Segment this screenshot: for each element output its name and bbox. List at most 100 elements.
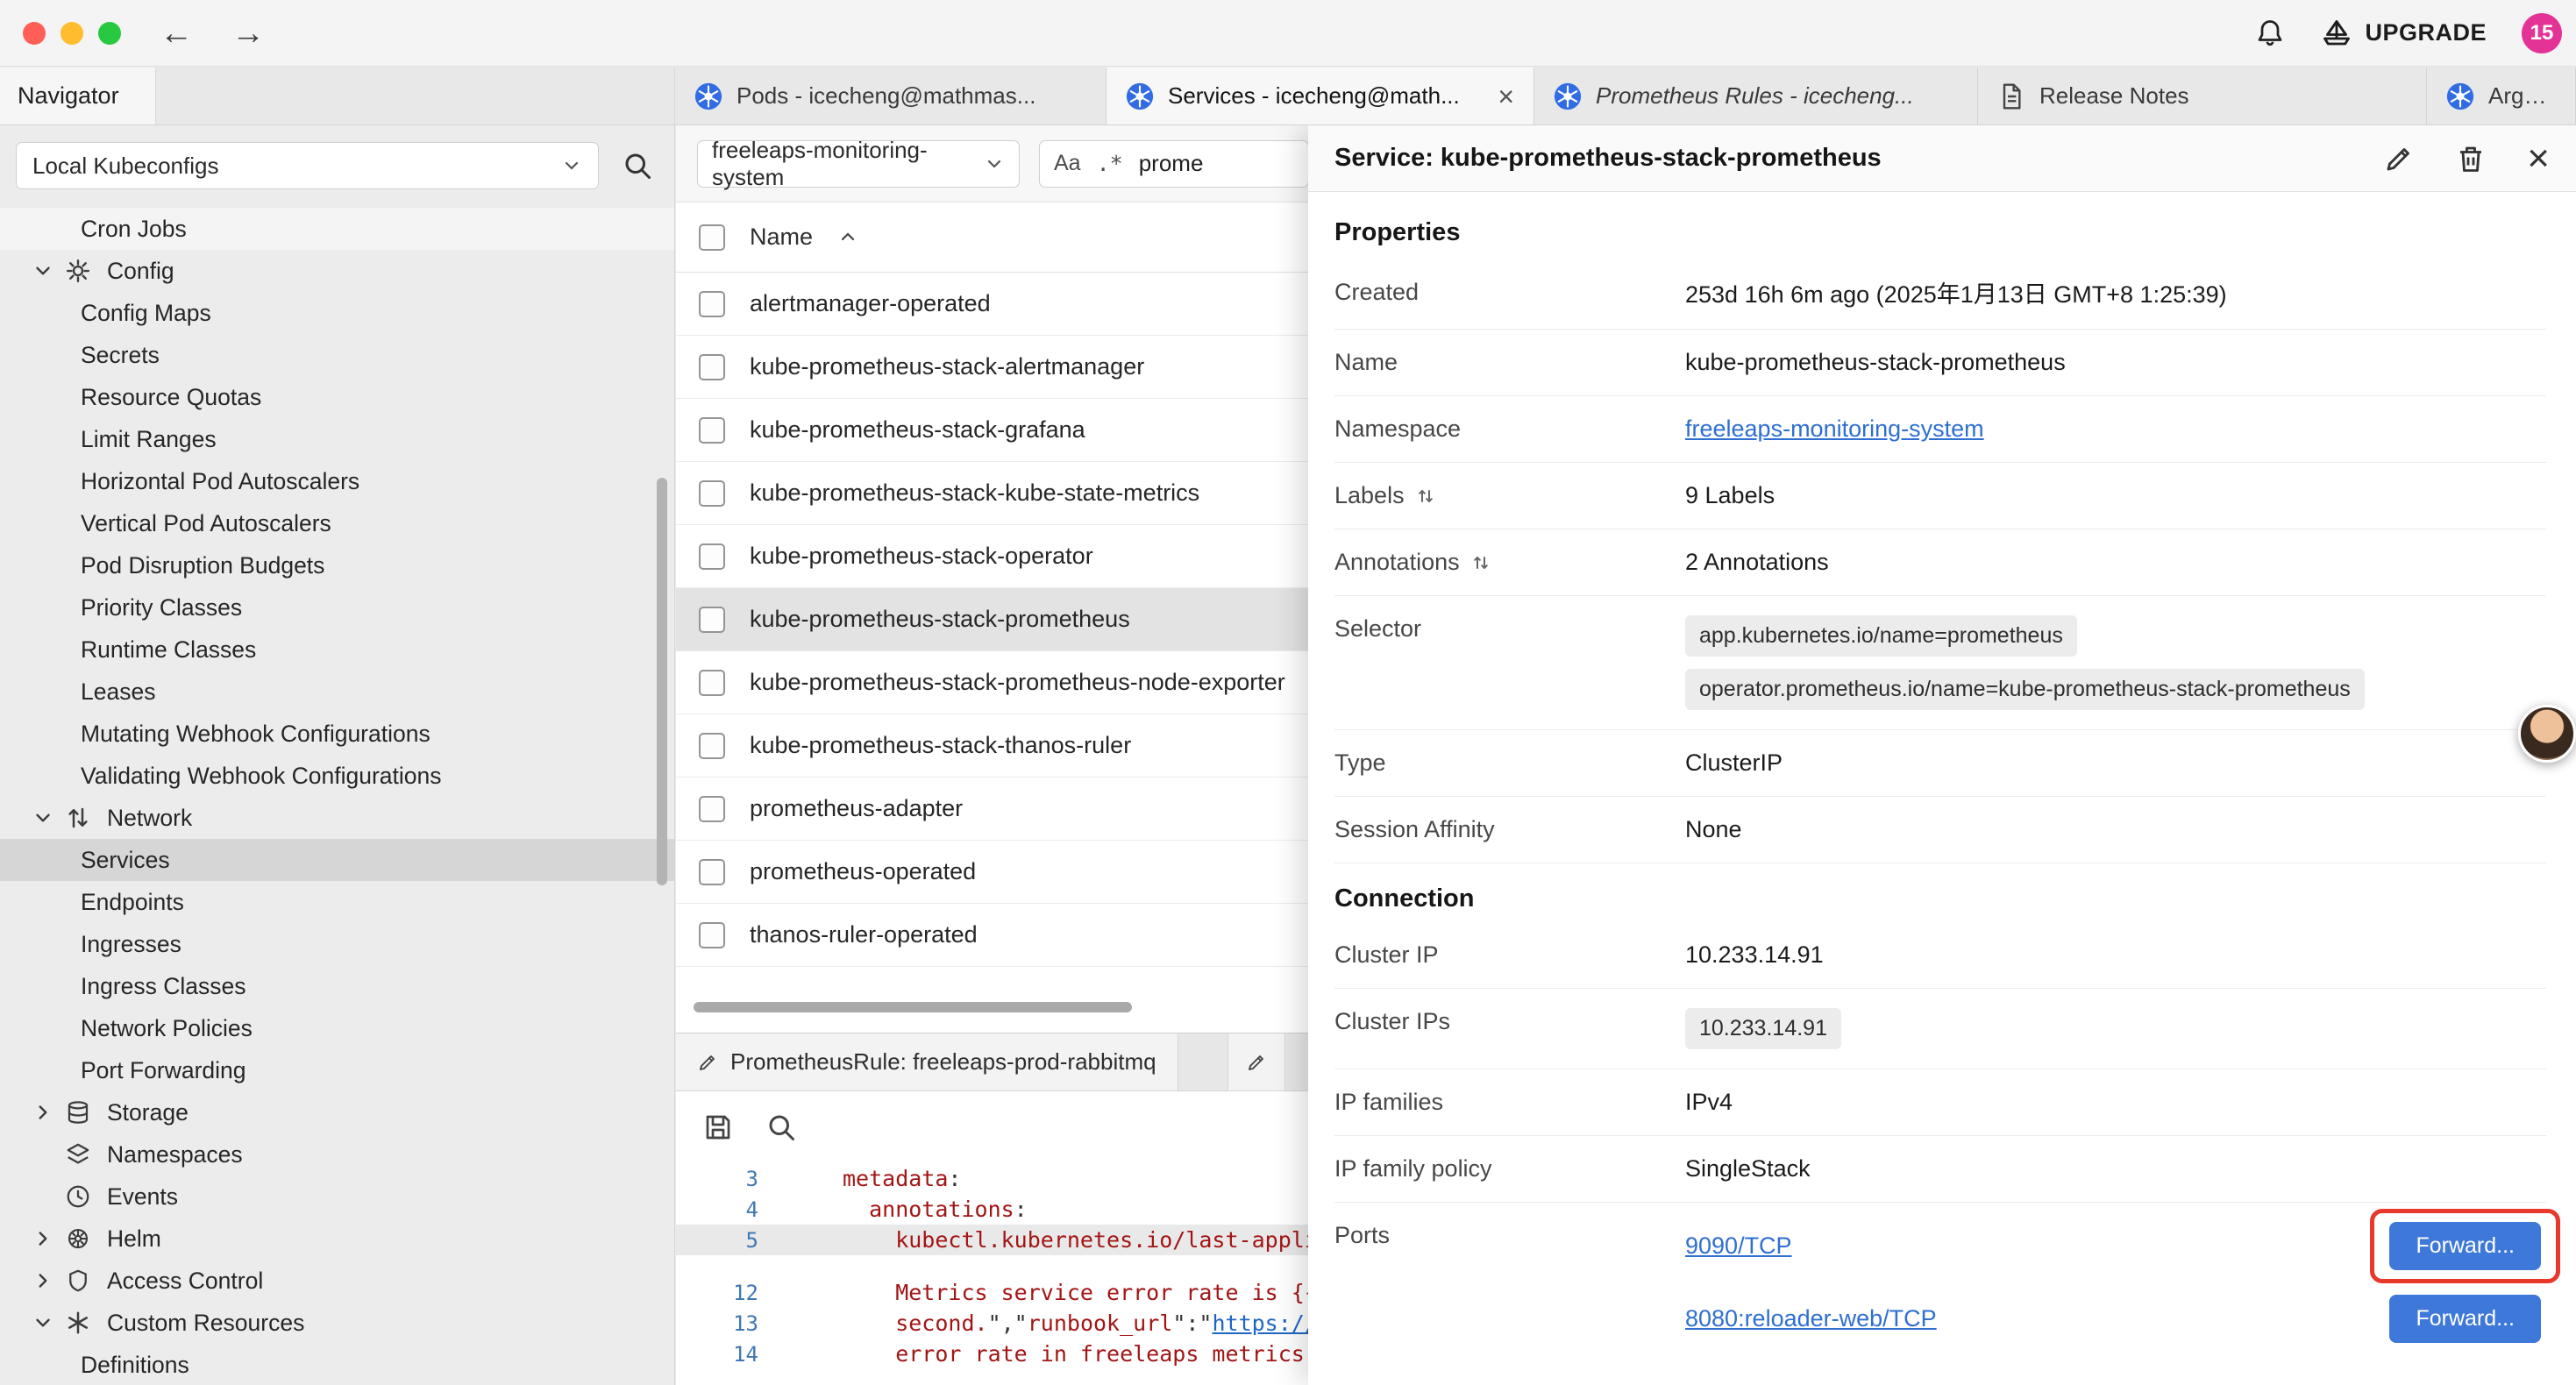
row-checkbox[interactable]	[699, 543, 725, 570]
sidebar-item-ingress-classes[interactable]: Ingress Classes	[0, 965, 674, 1007]
code-line-3[interactable]: 3metadata:	[676, 1163, 1309, 1194]
port-link-8080-reloader-web-tcp[interactable]: 8080:reloader-web/TCP	[1685, 1305, 1937, 1332]
code-line-5[interactable]: 5 kubectl.kubernetes.io/last-applied-con…	[676, 1225, 1309, 1255]
sort-toggle-icon[interactable]	[1415, 486, 1436, 507]
tab-release-notes[interactable]: Release Notes	[1978, 67, 2427, 124]
sidebar-search-icon[interactable]	[622, 150, 653, 181]
dock-tab-prometheusrule[interactable]: PrometheusRule: freeleaps-prod-rabbitmq	[676, 1033, 1178, 1090]
table-row-prometheus-adapter[interactable]: prometheus-adapter	[676, 778, 1309, 841]
sidebar-item-cron-jobs[interactable]: Cron Jobs	[0, 208, 674, 250]
sidebar-item-namespaces[interactable]: Namespaces	[0, 1133, 674, 1175]
navigator-tab[interactable]: Navigator	[0, 67, 156, 124]
row-checkbox[interactable]	[699, 796, 725, 822]
sidebar-item-pod-disruption-budgets[interactable]: Pod Disruption Budgets	[0, 544, 674, 586]
row-checkbox[interactable]	[699, 922, 725, 948]
save-icon[interactable]	[702, 1112, 734, 1143]
namespace-selector[interactable]: freeleaps-monitoring-system	[697, 140, 1020, 188]
sidebar-item-runtime-classes[interactable]: Runtime Classes	[0, 629, 674, 671]
dock-tab-partial[interactable]	[1228, 1033, 1285, 1090]
delete-trash-icon[interactable]	[2455, 143, 2487, 174]
table-row-kube-prometheus-stack-prometheus[interactable]: kube-prometheus-stack-prometheus	[676, 588, 1309, 651]
sidebar-item-limit-ranges[interactable]: Limit Ranges	[0, 418, 674, 460]
tab-close-icon[interactable]: ×	[1498, 82, 1514, 110]
code-line-12[interactable]: 12 Metrics service error rate is {{ $va	[676, 1277, 1309, 1308]
back-arrow-icon[interactable]: ←	[160, 17, 193, 50]
port-link-9090-tcp[interactable]: 9090/TCP	[1685, 1232, 1792, 1260]
sidebar-item-mutating-webhook-configurations[interactable]: Mutating Webhook Configurations	[0, 713, 674, 755]
sidebar-item-port-forwarding[interactable]: Port Forwarding	[0, 1049, 674, 1091]
table-row-kube-prometheus-stack-operator[interactable]: kube-prometheus-stack-operator	[676, 525, 1309, 588]
match-case-toggle[interactable]: Aa	[1054, 151, 1081, 176]
forward-button[interactable]: Forward...	[2389, 1295, 2541, 1343]
sidebar-item-resource-quotas[interactable]: Resource Quotas	[0, 376, 674, 418]
sidebar-item-horizontal-pod-autoscalers[interactable]: Horizontal Pod Autoscalers	[0, 460, 674, 502]
search-input[interactable]: Aa .* prome	[1039, 140, 1309, 188]
chevron-down-icon[interactable]	[32, 806, 54, 829]
tab-prometheus-rules-icecheng[interactable]: Prometheus Rules - icecheng...	[1534, 67, 1978, 124]
notification-count-badge[interactable]: 15	[2522, 13, 2562, 53]
tab-argo-s[interactable]: Argo S	[2427, 67, 2576, 124]
row-checkbox[interactable]	[699, 607, 725, 633]
sidebar-item-network-policies[interactable]: Network Policies	[0, 1007, 674, 1049]
table-row-kube-prometheus-stack-kube-state-metrics[interactable]: kube-prometheus-stack-kube-state-metrics	[676, 462, 1309, 525]
avatar[interactable]	[2518, 705, 2576, 763]
sidebar-item-definitions[interactable]: Definitions	[0, 1344, 674, 1385]
table-row-kube-prometheus-stack-alertmanager[interactable]: kube-prometheus-stack-alertmanager	[676, 336, 1309, 399]
close-icon[interactable]: ×	[2527, 139, 2550, 178]
sidebar-item-vertical-pod-autoscalers[interactable]: Vertical Pod Autoscalers	[0, 502, 674, 544]
tab-pods-icecheng-mathmas[interactable]: Pods - icecheng@mathmas...	[675, 67, 1107, 124]
select-all-checkbox[interactable]	[699, 224, 725, 251]
table-row-kube-prometheus-stack-thanos-ruler[interactable]: kube-prometheus-stack-thanos-ruler	[676, 714, 1309, 778]
row-checkbox[interactable]	[699, 480, 725, 507]
edit-pencil-icon[interactable]	[2383, 143, 2415, 174]
row-checkbox[interactable]	[699, 859, 725, 885]
chevron-right-icon[interactable]	[32, 1227, 54, 1250]
sidebar-item-helm[interactable]: Helm	[0, 1218, 674, 1260]
sidebar-item-services[interactable]: Services	[0, 839, 674, 881]
editor-search-icon[interactable]	[765, 1112, 797, 1143]
yaml-editor[interactable]: 3metadata:4 annotations:5 kubectl.kubern…	[676, 1163, 1309, 1385]
row-checkbox[interactable]	[699, 354, 725, 380]
bell-icon[interactable]	[2254, 18, 2286, 49]
sidebar-item-storage[interactable]: Storage	[0, 1091, 674, 1133]
sort-toggle-icon[interactable]	[1470, 552, 1491, 573]
minimize-window-button[interactable]	[60, 22, 83, 45]
sidebar-item-events[interactable]: Events	[0, 1175, 674, 1218]
forward-arrow-icon[interactable]: →	[231, 17, 265, 50]
table-row-alertmanager-operated[interactable]: alertmanager-operated	[676, 273, 1309, 336]
close-window-button[interactable]	[23, 22, 46, 45]
regex-toggle[interactable]: .*	[1097, 151, 1123, 176]
sort-ascending-icon[interactable]	[837, 227, 858, 248]
table-row-kube-prometheus-stack-prometheus-node-exporter[interactable]: kube-prometheus-stack-prometheus-node-ex…	[676, 651, 1309, 714]
kubeconfig-selector[interactable]: Local Kubeconfigs	[16, 142, 599, 189]
sidebar-item-ingresses[interactable]: Ingresses	[0, 923, 674, 965]
link-freeleaps-monitoring-system[interactable]: freeleaps-monitoring-system	[1685, 416, 1984, 442]
sidebar-item-config[interactable]: Config	[0, 250, 674, 292]
chevron-down-icon[interactable]	[32, 1311, 54, 1334]
code-line-4[interactable]: 4 annotations:	[676, 1194, 1309, 1225]
sidebar-item-endpoints[interactable]: Endpoints	[0, 881, 674, 923]
tab-services-icecheng-math[interactable]: Services - icecheng@math...×	[1107, 67, 1534, 124]
sidebar-item-secrets[interactable]: Secrets	[0, 334, 674, 376]
sidebar-item-validating-webhook-configurations[interactable]: Validating Webhook Configurations	[0, 755, 674, 797]
sidebar-scrollbar[interactable]	[657, 478, 667, 885]
table-row-prometheus-operated[interactable]: prometheus-operated	[676, 841, 1309, 904]
row-checkbox[interactable]	[699, 670, 725, 696]
upgrade-button[interactable]: UPGRADE	[2321, 18, 2487, 49]
chevron-right-icon[interactable]	[32, 1269, 54, 1292]
row-checkbox[interactable]	[699, 733, 725, 759]
forward-button[interactable]: Forward...	[2389, 1222, 2541, 1270]
sidebar-item-access-control[interactable]: Access Control	[0, 1260, 674, 1302]
table-row-kube-prometheus-stack-grafana[interactable]: kube-prometheus-stack-grafana	[676, 399, 1309, 462]
sidebar-item-config-maps[interactable]: Config Maps	[0, 292, 674, 334]
maximize-window-button[interactable]	[98, 22, 121, 45]
column-header-name[interactable]: Name	[750, 224, 813, 251]
chevron-right-icon[interactable]	[32, 1101, 54, 1124]
sidebar-item-priority-classes[interactable]: Priority Classes	[0, 586, 674, 629]
horizontal-scrollbar[interactable]	[694, 1002, 1132, 1012]
code-line-13[interactable]: 13 second.","runbook_url":"https://net	[676, 1308, 1309, 1339]
chevron-down-icon[interactable]	[32, 259, 54, 282]
table-row-thanos-ruler-operated[interactable]: thanos-ruler-operated	[676, 904, 1309, 967]
sidebar-item-custom-resources[interactable]: Custom Resources	[0, 1302, 674, 1344]
sidebar-item-network[interactable]: Network	[0, 797, 674, 839]
